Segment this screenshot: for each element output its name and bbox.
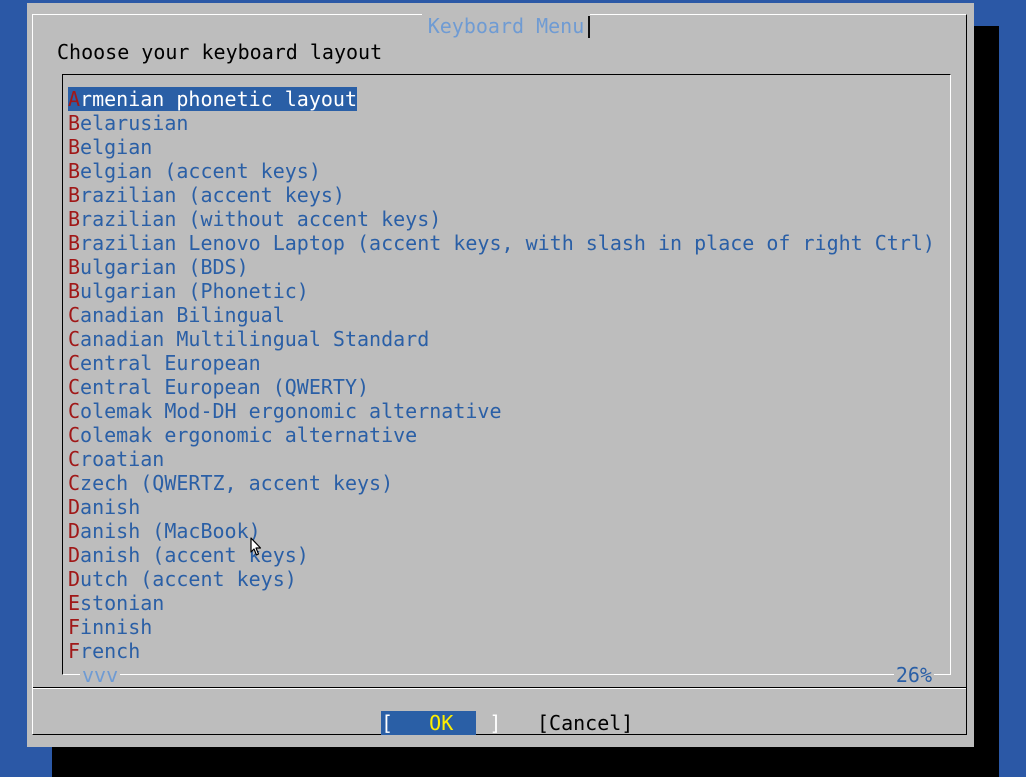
layout-listbox[interactable]: Armenian phonetic layout Belarusian Belgia… <box>62 74 951 687</box>
layout-option-label: rench <box>80 639 141 663</box>
layout-option[interactable]: Central European <box>68 351 935 375</box>
dialog-prompt: Choose your keyboard layout <box>57 40 383 64</box>
layout-option-label: elgian <box>80 135 153 159</box>
layout-option-label: anadian Multilingual Standard <box>80 327 430 351</box>
mouse-pointer-icon <box>250 537 262 556</box>
ok-bracket-right: ] <box>489 711 502 735</box>
layout-option-hotkey: C <box>68 375 81 399</box>
ok-button-label: OK <box>429 711 454 735</box>
layout-option-hotkey: C <box>68 399 81 423</box>
layout-option-label: elarusian <box>80 111 189 135</box>
layout-option[interactable]: Belgian (accent keys) <box>68 159 935 183</box>
layout-option-hotkey: C <box>68 471 81 495</box>
layout-option-hotkey: B <box>68 231 81 255</box>
layout-option-hotkey: D <box>68 543 81 567</box>
layout-option-label: anish (accent keys) <box>80 543 309 567</box>
layout-option-label: anish <box>80 495 141 519</box>
scroll-down-indicator: vvv <box>80 663 121 687</box>
layout-option-hotkey: C <box>68 423 81 447</box>
layout-option-hotkey: E <box>68 591 81 615</box>
layout-option-hotkey: B <box>68 207 81 231</box>
layout-option-label: razilian Lenovo Laptop (accent keys, wit… <box>80 231 935 255</box>
layout-option[interactable]: Bulgarian (Phonetic) <box>68 279 935 303</box>
layout-option[interactable]: Czech (QWERTZ, accent keys) <box>68 471 935 495</box>
layout-option-label: ulgarian (BDS) <box>80 255 249 279</box>
layout-option[interactable]: Brazilian (accent keys) <box>68 183 935 207</box>
layout-option-label: elgian (accent keys) <box>80 159 321 183</box>
keyboard-menu-dialog: Keyboard Menu Choose your keyboard layou… <box>27 3 974 747</box>
layout-option-label: anish (MacBook) <box>80 519 261 543</box>
layout-option[interactable]: Danish <box>68 495 935 519</box>
layout-option[interactable]: Finnish <box>68 615 935 639</box>
dialog-title: Keyboard Menu <box>422 14 590 38</box>
layout-option-hotkey: B <box>68 111 81 135</box>
ok-button[interactable]: [ OK ] <box>381 711 501 735</box>
layout-option-hotkey: B <box>68 183 81 207</box>
layout-option-label: entral European (QWERTY) <box>80 375 370 399</box>
layout-option[interactable]: Danish (accent keys) <box>68 543 935 567</box>
layout-option[interactable]: Colemak Mod-DH ergonomic alternative <box>68 399 935 423</box>
layout-option[interactable]: Estonian <box>68 591 935 615</box>
title-separator-right <box>588 16 590 38</box>
layout-option-label: zech (QWERTZ, accent keys) <box>80 471 394 495</box>
layout-option[interactable]: French <box>68 639 935 663</box>
layout-option-hotkey: A <box>68 87 81 111</box>
layout-option[interactable]: Croatian <box>68 447 935 471</box>
layout-option-label: utch (accent keys) <box>80 567 297 591</box>
layout-option[interactable]: Armenian phonetic layout <box>68 87 935 111</box>
layout-option-label: anadian Bilingual <box>80 303 285 327</box>
layout-option-label: razilian (accent keys) <box>80 183 345 207</box>
layout-option-hotkey: B <box>68 279 81 303</box>
layout-option-label: rmenian phonetic layout <box>80 87 357 111</box>
layout-option-hotkey: C <box>68 447 81 471</box>
layout-option[interactable]: Brazilian (without accent keys) <box>68 207 935 231</box>
cancel-button[interactable]: [Cancel] <box>537 711 633 735</box>
layout-option-hotkey: C <box>68 303 81 327</box>
scroll-percent: 26% <box>893 663 934 687</box>
layout-option-label: entral European <box>80 351 261 375</box>
layout-option[interactable]: Belarusian <box>68 111 935 135</box>
layout-option-hotkey: D <box>68 495 81 519</box>
layout-option-label: stonian <box>80 591 165 615</box>
layout-option[interactable]: Canadian Bilingual <box>68 303 935 327</box>
layout-option-hotkey: F <box>68 639 81 663</box>
layout-option[interactable]: Brazilian Lenovo Laptop (accent keys, wi… <box>68 231 935 255</box>
ok-bracket-left: [ <box>381 711 394 735</box>
layout-option-hotkey: C <box>68 327 81 351</box>
layout-option-hotkey: C <box>68 351 81 375</box>
layout-option-label: olemak Mod-DH ergonomic alternative <box>80 399 502 423</box>
button-divider <box>33 687 966 689</box>
layout-option[interactable]: Canadian Multilingual Standard <box>68 327 935 351</box>
layout-option[interactable]: Belgian <box>68 135 935 159</box>
layout-option-hotkey: D <box>68 567 81 591</box>
layout-option-hotkey: F <box>68 615 81 639</box>
layout-option-hotkey: D <box>68 519 81 543</box>
layout-option-hotkey: B <box>68 159 81 183</box>
layout-option[interactable]: Colemak ergonomic alternative <box>68 423 935 447</box>
layout-option-hotkey: B <box>68 255 81 279</box>
layout-option-hotkey: B <box>68 135 81 159</box>
layout-option[interactable]: Central European (QWERTY) <box>68 375 935 399</box>
layout-option-label: roatian <box>80 447 165 471</box>
layout-option[interactable]: Danish (MacBook) <box>68 519 935 543</box>
layout-option[interactable]: Dutch (accent keys) <box>68 567 935 591</box>
layout-option-label: ulgarian (Phonetic) <box>80 279 309 303</box>
layout-option-label: razilian (without accent keys) <box>80 207 442 231</box>
layout-option-label: olemak ergonomic alternative <box>80 423 418 447</box>
dialog-frame: Keyboard Menu Choose your keyboard layou… <box>32 14 967 735</box>
layout-option-label: innish <box>80 615 153 639</box>
layout-option[interactable]: Bulgarian (BDS) <box>68 255 935 279</box>
layout-list[interactable]: Armenian phonetic layout Belarusian Belgia… <box>68 87 935 663</box>
